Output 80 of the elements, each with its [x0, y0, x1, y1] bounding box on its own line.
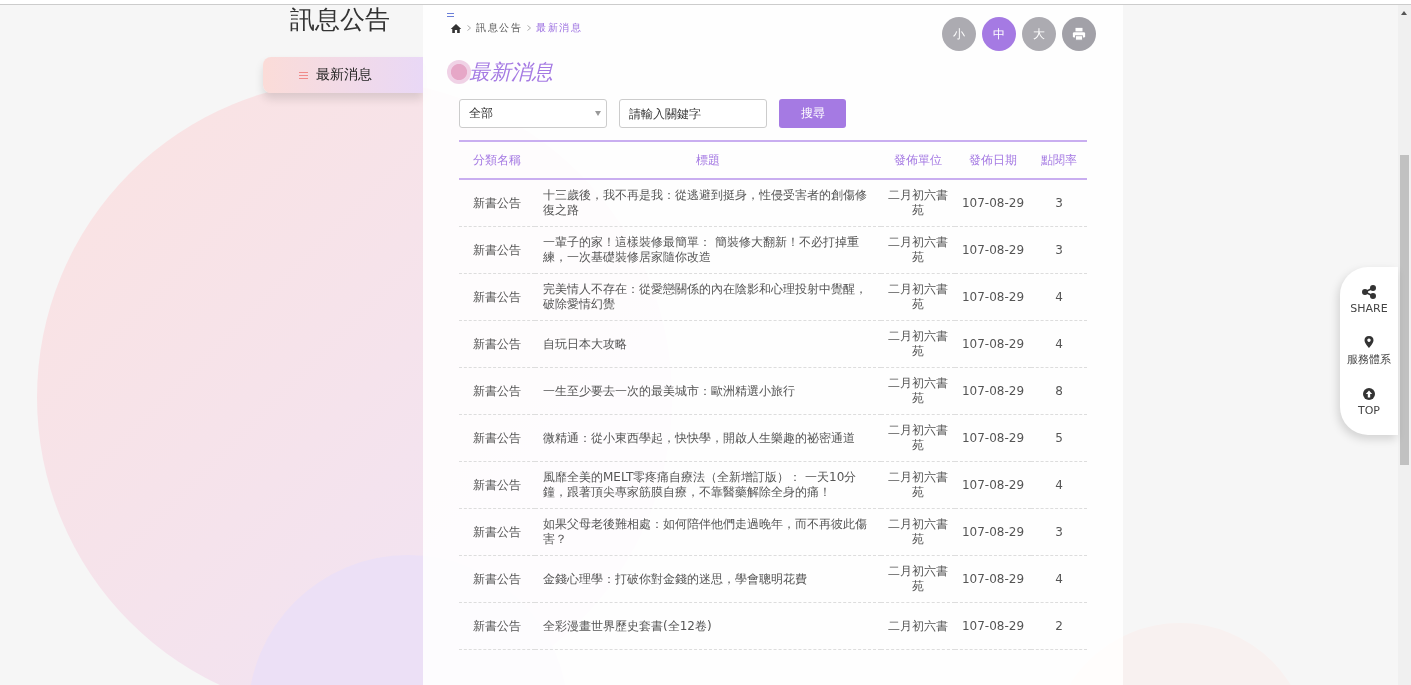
column-header: 點閱率 [1031, 141, 1087, 179]
caret-icon [595, 111, 601, 116]
news-title-link[interactable]: 一輩子的家！這樣裝修最簡單： 簡裝修大翻新！不必打掉重練，一次基礎裝修居家隨你改造 [535, 226, 881, 274]
table-cell: 新書公告 [459, 414, 535, 462]
news-title-link[interactable]: 金錢心理學：打破你對金錢的迷思，學會聰明花費 [535, 555, 881, 603]
table-cell: 107-08-29 [955, 179, 1031, 227]
table-cell: 新書公告 [459, 320, 535, 368]
table-cell: 二月初六書苑 [881, 179, 955, 227]
table-cell: 107-08-29 [955, 461, 1031, 509]
table-cell: 4 [1031, 320, 1087, 368]
table-cell: 二月初六書苑 [881, 226, 955, 274]
page-heading: 最新消息 [469, 59, 553, 86]
table-cell: 二月初六書苑 [881, 555, 955, 603]
chevron-icon [527, 25, 531, 31]
up-arrow-circle-icon [1362, 387, 1376, 401]
news-title-link[interactable]: 完美情人不存在：從愛戀關係的內在陰影和心理投射中覺醒，破除愛情幻覺 [535, 273, 881, 321]
table-cell: 107-08-29 [955, 414, 1031, 462]
table-cell: 新書公告 [459, 602, 535, 650]
news-title-link[interactable]: 全彩漫畫世界歷史套書(全12卷) [535, 602, 881, 650]
breadcrumb-link[interactable]: 最新消息 [536, 21, 582, 35]
map-pin-icon [1362, 335, 1376, 349]
table-cell: 5 [1031, 414, 1087, 462]
chevron-icon [467, 25, 471, 31]
sidebar-item[interactable]: 最新消息 [263, 57, 423, 93]
news-title-link[interactable]: 風靡全美的MELT零疼痛自療法（全新增訂版）： 一天10分鐘，跟著頂尖專家筋膜自療，不靠醫藥解除全身的痛！ [535, 461, 881, 509]
side-tool-link[interactable]: 服務體系 [1347, 335, 1391, 367]
scrollbar[interactable] [1398, 5, 1411, 685]
table-cell: 新書公告 [459, 273, 535, 321]
table-cell: 107-08-29 [955, 273, 1031, 321]
news-title-link[interactable]: 自玩日本大攻略 [535, 320, 881, 368]
table-cell: 107-08-29 [955, 555, 1031, 603]
table-cell: 4 [1031, 555, 1087, 603]
keyword-input-field[interactable]: 請輸入關鍵字 [619, 99, 767, 128]
table-cell: 8 [1031, 367, 1087, 415]
column-header: 發佈日期 [955, 141, 1031, 179]
category-dropdown[interactable]: 全部 [459, 99, 607, 128]
column-header: 分類名稱 [459, 141, 535, 179]
table-cell: 二月初六書苑 [881, 367, 955, 415]
side-tool-link[interactable]: TOP [1358, 387, 1380, 417]
table-cell: 107-08-29 [955, 508, 1031, 556]
table-cell: 4 [1031, 461, 1087, 509]
table-cell: 新書公告 [459, 508, 535, 556]
menu-icon[interactable] [447, 13, 454, 17]
table-cell: 3 [1031, 508, 1087, 556]
table-cell: 二月初六書苑 [881, 414, 955, 462]
table-cell: 新書公告 [459, 367, 535, 415]
news-title-link[interactable]: 十三歲後，我不再是我：從逃避到挺身，性侵受害者的創傷修復之路 [535, 179, 881, 227]
table-cell: 二月初六書苑 [881, 273, 955, 321]
section-title: 訊息公告 [289, 5, 391, 35]
column-header: 發佈單位 [881, 141, 955, 179]
table-cell: 二月初六書苑 [881, 320, 955, 368]
table-cell: 3 [1031, 226, 1087, 274]
table-cell: 4 [1031, 273, 1087, 321]
printer-icon [1072, 27, 1086, 41]
scroll-up-icon[interactable] [1401, 11, 1407, 15]
table-cell: 107-08-29 [955, 367, 1031, 415]
print-button[interactable] [1062, 17, 1096, 51]
news-title-link[interactable]: 微精通：從小東西學起，快快學，開啟人生樂趣的祕密通道 [535, 414, 881, 462]
table-cell: 107-08-29 [955, 320, 1031, 368]
table-cell: 新書公告 [459, 226, 535, 274]
table-cell: 新書公告 [459, 555, 535, 603]
column-header: 標題 [535, 141, 881, 179]
table-cell: 107-08-29 [955, 226, 1031, 274]
table-cell: 3 [1031, 179, 1087, 227]
table-cell: 新書公告 [459, 461, 535, 509]
table-cell: 107-08-29 [955, 602, 1031, 650]
breadcrumb-link[interactable]: 訊息公告 [476, 21, 522, 35]
side-tool-link[interactable]: SHARE [1350, 285, 1388, 315]
table-cell: 新書公告 [459, 179, 535, 227]
circle-icon [447, 60, 471, 84]
table-cell: 二月初六書苑 [881, 461, 955, 509]
table-cell: 二月初六書 [881, 602, 955, 650]
table-cell: 2 [1031, 602, 1087, 650]
home-icon[interactable] [450, 22, 462, 34]
scrollbar-thumb[interactable] [1400, 155, 1409, 465]
list-icon [299, 71, 308, 79]
news-title-link[interactable]: 如果父母老後難相處：如何陪伴他們走過晚年，而不再彼此傷害？ [535, 508, 881, 556]
share-icon [1362, 285, 1376, 299]
table-cell: 二月初六書苑 [881, 508, 955, 556]
news-title-link[interactable]: 一生至少要去一次的最美城市：歐洲精選小旅行 [535, 367, 881, 415]
